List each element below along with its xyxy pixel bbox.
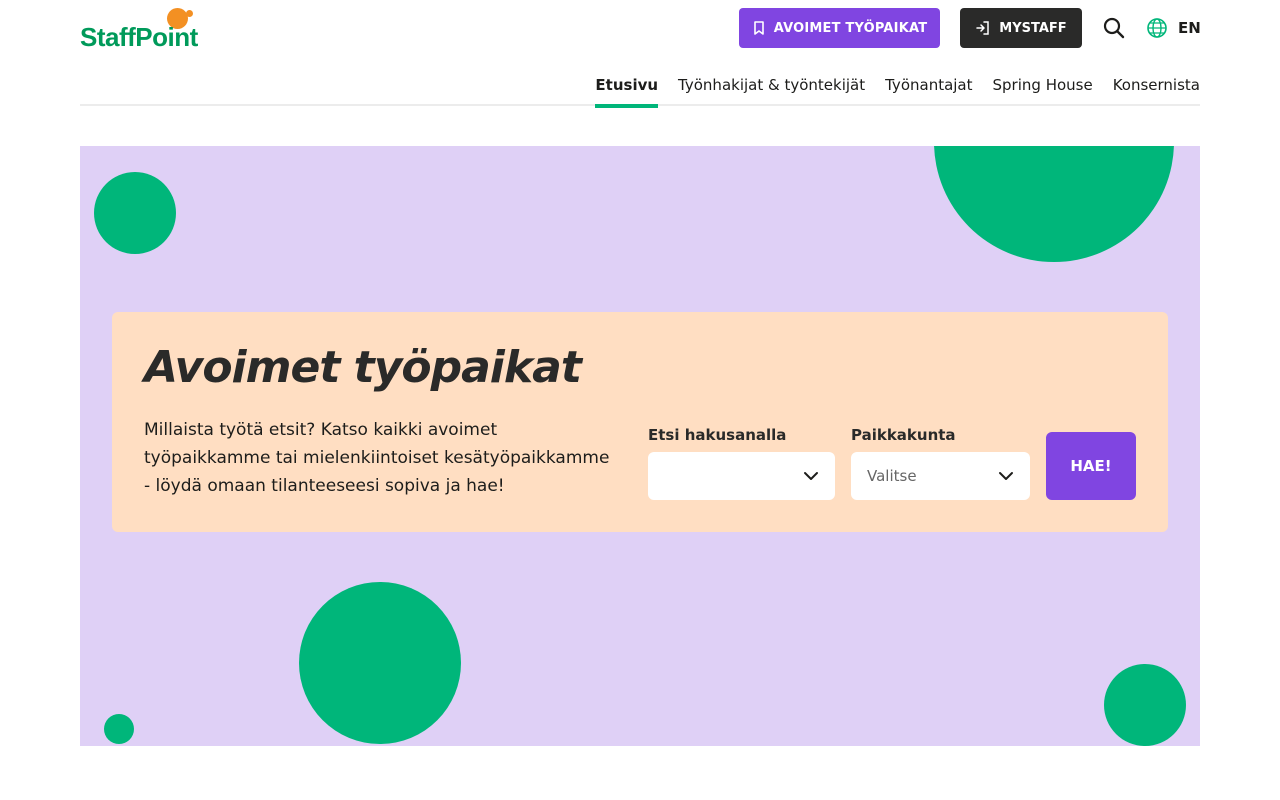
mystaff-label: MYSTAFF xyxy=(999,20,1067,36)
keyword-label: Etsi hakusanalla xyxy=(648,426,787,444)
decor-circle xyxy=(1104,664,1186,746)
search-button[interactable] xyxy=(1102,16,1126,40)
site-header: StaffPoint AVOIMET TYÖPAIKAT MYSTAFF EN … xyxy=(80,0,1201,108)
location-select[interactable]: Valitse xyxy=(851,452,1030,500)
nav-item-etusivu[interactable]: Etusivu xyxy=(595,66,658,108)
login-icon xyxy=(976,21,990,35)
globe-icon xyxy=(1147,18,1167,38)
open-jobs-label: AVOIMET TYÖPAIKAT xyxy=(773,20,928,36)
main-navigation: Etusivu Työnhakijat & työntekijät Työnan… xyxy=(595,66,1200,108)
staffpoint-logo[interactable]: StaffPoint xyxy=(80,6,210,52)
location-label: Paikkakunta xyxy=(851,426,956,444)
nav-item-spring-house[interactable]: Spring House xyxy=(993,66,1093,106)
logo-text: StaffPoint xyxy=(80,22,198,52)
search-icon xyxy=(1103,17,1125,39)
nav-item-tyonantajat[interactable]: Työnantajat xyxy=(885,66,972,106)
hero-banner: Avoimet työpaikat Millaista työtä etsit?… xyxy=(80,146,1200,746)
page-title: Avoimet työpaikat xyxy=(144,342,582,393)
logo-dot-small xyxy=(186,10,193,17)
keyword-select[interactable] xyxy=(648,452,835,500)
bookmark-icon xyxy=(753,21,764,35)
location-value: Valitse xyxy=(867,467,917,485)
decor-circle xyxy=(104,714,134,744)
chevron-down-icon xyxy=(804,472,818,480)
chevron-down-icon xyxy=(999,472,1013,480)
nav-item-konsernista[interactable]: Konsernista xyxy=(1113,66,1200,106)
decor-circle xyxy=(94,172,176,254)
decor-circle xyxy=(934,146,1174,262)
language-label: EN xyxy=(1178,19,1201,37)
hero-description: Millaista työtä etsit? Katso kaikki avoi… xyxy=(144,420,610,496)
mystaff-button[interactable]: MYSTAFF xyxy=(960,8,1082,48)
job-search-card: Avoimet työpaikat Millaista työtä etsit?… xyxy=(112,312,1168,532)
decor-circle xyxy=(299,582,461,744)
open-jobs-button[interactable]: AVOIMET TYÖPAIKAT xyxy=(739,8,940,48)
search-submit-button[interactable]: HAE! xyxy=(1046,432,1136,500)
language-switcher[interactable]: EN xyxy=(1146,16,1201,40)
nav-item-tyonhakijat[interactable]: Työnhakijat & työntekijät xyxy=(678,66,865,106)
